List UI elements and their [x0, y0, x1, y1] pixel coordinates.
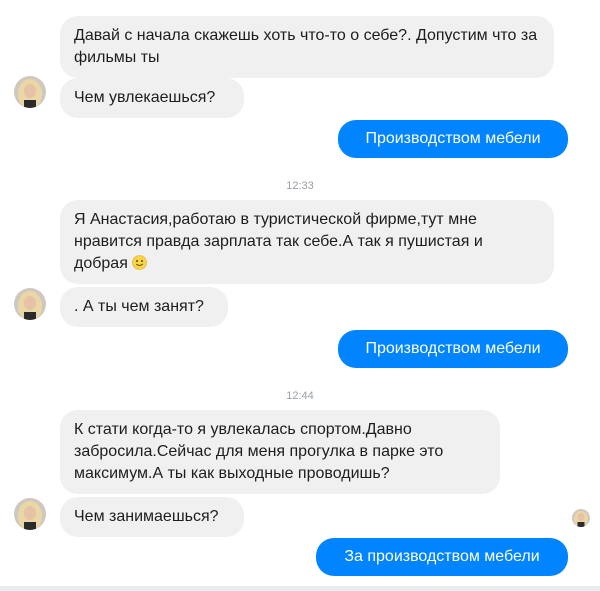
seen-avatar-icon [572, 509, 590, 527]
outgoing-message[interactable]: Производством мебели [338, 330, 568, 368]
incoming-message[interactable]: Давай с начала скажешь хоть что-то о себ… [60, 16, 554, 78]
message-text: К стати когда-то я увлекалась спортом.Да… [74, 421, 444, 482]
contact-avatar-icon[interactable] [14, 76, 46, 108]
incoming-message[interactable]: Я Анастасия,работаю в туристической фирм… [60, 200, 554, 284]
contact-avatar-icon[interactable] [14, 288, 46, 320]
outgoing-message[interactable]: За производством мебели [316, 538, 568, 576]
message-text: Чем занимаешься? [74, 508, 219, 525]
incoming-message[interactable]: . А ты чем занят? [60, 287, 228, 327]
incoming-message[interactable]: Чем увлекаешься? [60, 78, 244, 118]
chat-thread: Давай с начала скажешь хоть что-то о себ… [0, 0, 600, 591]
smiley-emoji-icon [132, 255, 148, 270]
outgoing-message[interactable]: Производством мебели [338, 120, 568, 158]
message-text: Производством мебели [365, 130, 541, 147]
message-text: . А ты чем занят? [74, 298, 204, 315]
message-text: За производством мебели [344, 548, 540, 565]
timestamp: 12:33 [286, 180, 314, 192]
message-text: Производством мебели [365, 340, 541, 357]
incoming-message[interactable]: Чем занимаешься? [60, 497, 244, 537]
message-text: Давай с начала скажешь хоть что-то о себ… [74, 27, 538, 66]
message-text: Чем увлекаешься? [74, 89, 216, 106]
contact-avatar-icon[interactable] [14, 498, 46, 530]
incoming-message[interactable]: К стати когда-то я увлекалась спортом.Да… [60, 410, 500, 494]
divider [0, 586, 600, 591]
timestamp: 12:44 [286, 390, 314, 402]
